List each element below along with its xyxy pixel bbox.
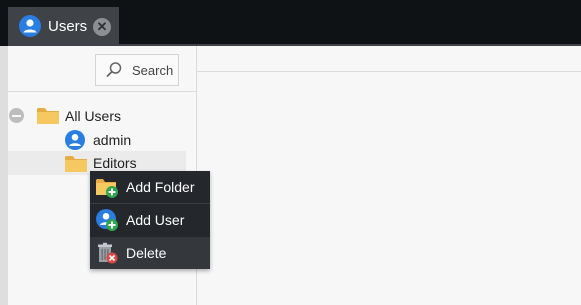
menu-label-add-user: Add User	[126, 212, 185, 228]
menu-item-delete[interactable]: Delete	[90, 237, 210, 269]
tree-header: Search	[8, 46, 196, 92]
menu-label-delete: Delete	[126, 245, 167, 261]
left-gutter	[0, 46, 8, 305]
search-label: Search	[132, 63, 174, 78]
folder-icon	[37, 108, 59, 124]
context-menu: Add Folder Add User Delete	[90, 171, 210, 269]
folder-icon	[65, 156, 87, 172]
collapse-icon[interactable]	[9, 108, 24, 123]
tab-label: Users	[48, 18, 88, 35]
menu-label-add-folder: Add Folder	[126, 179, 195, 195]
content-header	[197, 46, 581, 72]
search-icon	[106, 62, 122, 78]
add-folder-icon	[96, 179, 118, 198]
user-icon	[65, 130, 85, 150]
add-user-icon	[96, 209, 118, 231]
close-icon[interactable]: ✕	[93, 18, 111, 36]
tab-users[interactable]: Users ✕	[8, 7, 119, 46]
search-button[interactable]: Search	[95, 54, 179, 86]
content-panel	[197, 46, 581, 305]
menu-item-add-user[interactable]: Add User	[90, 204, 210, 236]
user-icon	[19, 15, 41, 37]
tree-item-editors[interactable]: Editors	[93, 155, 137, 171]
delete-trash-icon	[98, 242, 118, 264]
tree-item-admin[interactable]: admin	[93, 132, 131, 148]
menu-item-add-folder[interactable]: Add Folder	[90, 171, 210, 203]
tree-root-label[interactable]: All Users	[65, 108, 121, 124]
